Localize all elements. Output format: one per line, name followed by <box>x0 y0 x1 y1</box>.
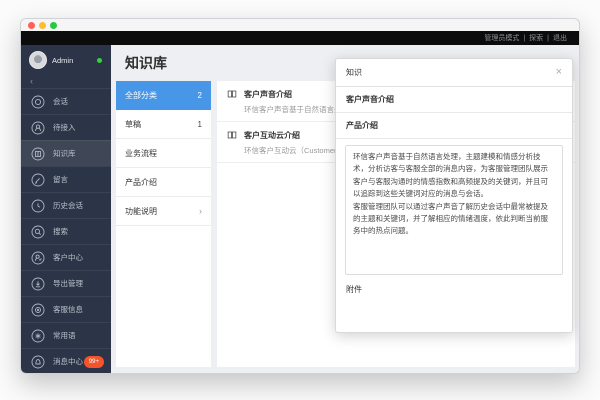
category-all[interactable]: 全部分类 2 <box>116 81 211 110</box>
separator: | <box>547 35 549 42</box>
unread-count-badge: 99+ <box>84 356 104 368</box>
close-window-icon[interactable] <box>28 22 35 29</box>
minimize-window-icon[interactable] <box>39 22 46 29</box>
person-icon <box>31 121 45 135</box>
open-book-icon <box>226 129 238 141</box>
sidebar-item-conversations[interactable]: 会话 <box>21 88 111 114</box>
bell-icon <box>31 355 45 369</box>
admin-mode-link[interactable]: 管理员模式 <box>484 33 519 43</box>
window-titlebar <box>21 19 579 31</box>
search-input[interactable] <box>346 68 556 77</box>
category-count: 1 <box>198 120 202 129</box>
clock-icon <box>31 199 45 213</box>
separator: | <box>523 35 525 42</box>
category-product-intro[interactable]: 产品介绍 <box>116 168 211 197</box>
app-window: 管理员模式 | 探索 | 退出 Admin ‹ 会话 待接入 知识库 <box>20 18 580 374</box>
category-feature-docs[interactable]: 功能说明 › <box>116 197 211 226</box>
logout-link[interactable]: 退出 <box>553 33 567 43</box>
close-icon[interactable]: × <box>556 67 562 78</box>
category-business-process[interactable]: 业务流程 <box>116 139 211 168</box>
pencil-icon <box>31 173 45 187</box>
page-title: 知识库 <box>125 53 167 73</box>
sidebar-item-history[interactable]: 历史会话 <box>21 192 111 218</box>
sidebar-item-agent-info[interactable]: 客服信息 <box>21 296 111 322</box>
collapse-sidebar-icon[interactable]: ‹ <box>30 76 33 86</box>
search-icon <box>31 225 45 239</box>
maximize-window-icon[interactable] <box>50 22 57 29</box>
chevron-right-icon: › <box>199 206 202 216</box>
sidebar-item-knowledge-base[interactable]: 知识库 <box>21 140 111 166</box>
chat-icon <box>31 95 45 109</box>
sidebar-user-header: Admin ‹ <box>21 45 111 88</box>
article-title: 客户互动云介绍 <box>244 130 300 141</box>
customer-icon <box>31 251 45 265</box>
category-panel: 全部分类 2 草稿 1 业务流程 产品介绍 功能说明 › <box>116 81 211 367</box>
category-count: 2 <box>198 91 202 100</box>
article-title: 客户声音介绍 <box>244 89 292 100</box>
sidebar-item-search[interactable]: 搜索 <box>21 218 111 244</box>
popup-search-bar: × <box>336 59 572 87</box>
phrase-icon <box>31 329 45 343</box>
search-result-item[interactable]: 客户声音介绍 <box>336 87 572 113</box>
search-result-item[interactable]: 产品介绍 <box>336 113 572 139</box>
info-icon <box>31 303 45 317</box>
sidebar-item-message-center[interactable]: 消息中心 99+ <box>21 348 111 373</box>
explore-link[interactable]: 探索 <box>529 33 543 43</box>
category-drafts[interactable]: 草稿 1 <box>116 110 211 139</box>
sidebar-item-pending[interactable]: 待接入 <box>21 114 111 140</box>
article-content-box[interactable]: 环信客户声音基于自然语言处理，主题建模和情感分析技术，分析访客与客服全部的消息内… <box>345 145 563 275</box>
open-book-icon <box>226 88 238 100</box>
username-label: Admin <box>52 56 73 65</box>
sidebar-item-export[interactable]: 导出管理 <box>21 270 111 296</box>
sidebar: Admin ‹ 会话 待接入 知识库 留言 历史会话 <box>21 45 111 373</box>
knowledge-search-popup: × 客户声音介绍 产品介绍 环信客户声音基于自然语言处理，主题建模和情感分析技术… <box>335 58 573 333</box>
sidebar-item-common-phrases[interactable]: 常用语 <box>21 322 111 348</box>
sidebar-item-messages-left[interactable]: 留言 <box>21 166 111 192</box>
top-menu-bar: 管理员模式 | 探索 | 退出 <box>21 31 579 45</box>
avatar[interactable] <box>29 51 47 69</box>
sidebar-item-customer-center[interactable]: 客户中心 <box>21 244 111 270</box>
attachment-label: 附件 <box>346 284 572 295</box>
download-icon <box>31 277 45 291</box>
online-status-dot <box>97 58 102 63</box>
book-icon <box>31 147 45 161</box>
